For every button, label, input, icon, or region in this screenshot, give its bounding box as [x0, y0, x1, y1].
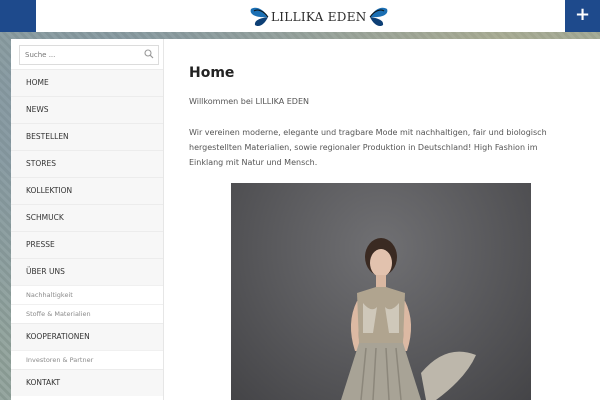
model-illustration — [341, 238, 476, 400]
sidebar-item-kooperationen[interactable]: KOOPERATIONEN — [11, 323, 163, 350]
intro-text: Wir vereinen moderne, elegante und tragb… — [189, 128, 547, 167]
sidebar-item-news[interactable]: NEWS — [11, 96, 163, 123]
main-content: Home Willkommen bei LILLIKA EDEN Wir ver… — [164, 39, 600, 400]
site-header: LILLIKA EDEN + — [0, 0, 600, 32]
sidebar-item-kontakt[interactable]: KONTAKT — [11, 369, 163, 396]
sidebar-subitem-investoren-partner[interactable]: Investoren & Partner — [11, 350, 163, 369]
butterfly-icon-right — [369, 7, 387, 27]
fashion-model-photo — [231, 183, 531, 400]
sidebar-item-stores[interactable]: STORES — [11, 150, 163, 177]
sidebar-subitem-nachhaltigkeit[interactable]: Nachhaltigkeit — [11, 285, 163, 304]
welcome-text: Willkommen bei LILLIKA EDEN — [189, 97, 309, 106]
sidebar-item-kollektion[interactable]: KOLLEKTION — [11, 177, 163, 204]
sidebar-item-ueber-uns[interactable]: ÜBER UNS — [11, 258, 163, 285]
sidebar-item-presse[interactable]: PRESSE — [11, 231, 163, 258]
search-box[interactable] — [19, 45, 159, 65]
sidebar-nav: HOME NEWS BESTELLEN STORES KOLLEKTION SC… — [11, 69, 163, 396]
sidebar-subitem-stoffe-materialien[interactable]: Stoffe & Materialien — [11, 304, 163, 323]
sidebar-item-schmuck[interactable]: SCHMUCK — [11, 204, 163, 231]
site-logo[interactable]: LILLIKA EDEN — [249, 6, 389, 28]
sidebar-item-bestellen[interactable]: BESTELLEN — [11, 123, 163, 150]
menu-toggle-button[interactable]: + — [565, 0, 600, 32]
sidebar-item-home[interactable]: HOME — [11, 69, 163, 96]
logo-text: LILLIKA EDEN — [271, 10, 367, 24]
page-title: Home — [189, 65, 235, 81]
sidebar: HOME NEWS BESTELLEN STORES KOLLEKTION SC… — [11, 39, 164, 400]
butterfly-icon-left — [250, 7, 269, 27]
header-accent-strip — [0, 0, 36, 32]
search-input[interactable] — [25, 49, 135, 61]
search-icon[interactable] — [144, 49, 154, 59]
